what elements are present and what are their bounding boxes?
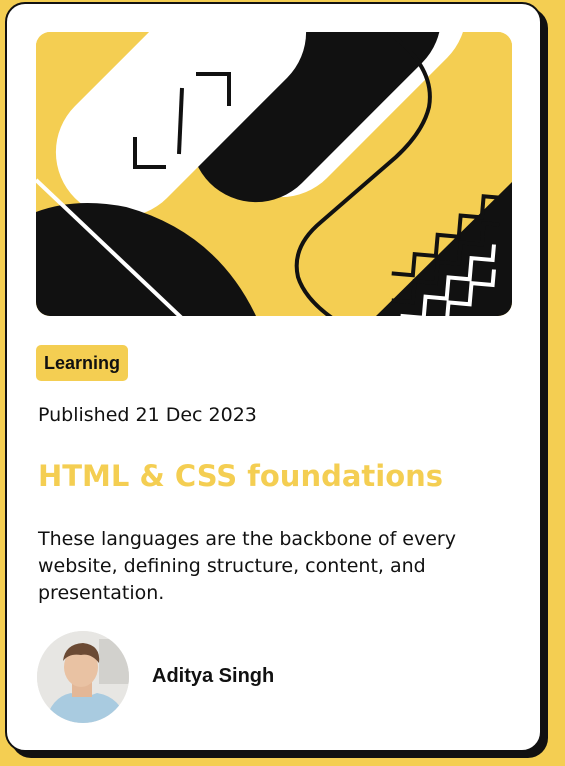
person-photo-icon [37, 631, 129, 723]
blog-preview-card: Learning Published 21 Dec 2023 HTML & CS… [5, 2, 542, 752]
abstract-illustration-icon [36, 32, 512, 316]
article-title[interactable]: HTML & CSS foundations [38, 459, 518, 493]
published-date: Published 21 Dec 2023 [38, 404, 257, 426]
category-badge: Learning [36, 345, 129, 381]
author-name: Aditya Singh [152, 665, 275, 687]
article-description: These languages are the backbone of ever… [38, 528, 456, 604]
avatar [37, 631, 129, 723]
